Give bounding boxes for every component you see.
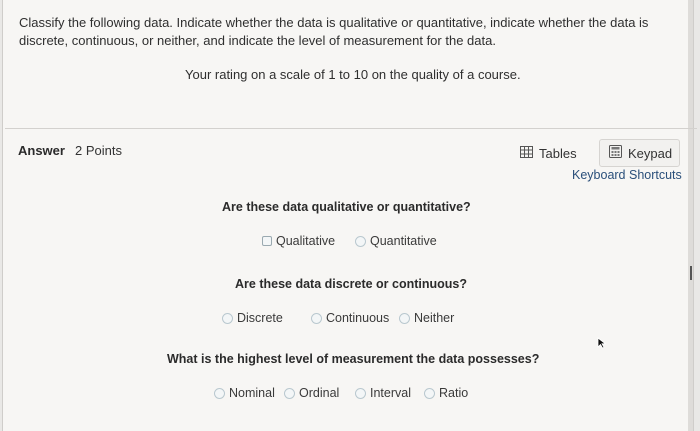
tables-label: Tables: [539, 145, 577, 161]
ratio-radio[interactable]: [424, 387, 435, 399]
keypad-icon: [609, 145, 622, 161]
option-label: Qualitative: [276, 234, 336, 248]
option-label: Ordinal: [299, 386, 340, 400]
section-divider: [5, 128, 697, 129]
option-interval[interactable]: Interval: [355, 386, 411, 400]
interval-radio[interactable]: [355, 387, 366, 399]
option-continuous[interactable]: Continuous: [311, 311, 389, 325]
part3-title: What is the highest level of measurement…: [167, 352, 540, 366]
option-ordinal[interactable]: Ordinal: [284, 386, 339, 400]
keypad-button[interactable]: Keypad: [599, 139, 680, 167]
option-nominal[interactable]: Nominal: [214, 386, 275, 400]
ordinal-radio[interactable]: [284, 387, 295, 399]
discrete-radio[interactable]: [222, 312, 233, 324]
keypad-label: Keypad: [628, 145, 673, 161]
neither-radio[interactable]: [399, 312, 410, 324]
option-label: Nominal: [229, 386, 275, 400]
option-label: Interval: [370, 386, 411, 400]
part1-title: Are these data qualitative or quantitati…: [222, 200, 471, 214]
data-prompt: Your rating on a scale of 1 to 10 on the…: [185, 67, 521, 82]
part2-title: Are these data discrete or continuous?: [235, 277, 467, 291]
option-label: Discrete: [237, 311, 283, 325]
question-text: Classify the following data. Indicate wh…: [19, 15, 649, 48]
option-quantitative[interactable]: Quantitative: [355, 234, 437, 248]
table-grid-icon: [520, 145, 533, 161]
question-card: Classify the following data. Indicate wh…: [2, 0, 697, 431]
option-discrete[interactable]: Discrete: [222, 311, 283, 325]
tables-button[interactable]: Tables: [511, 139, 584, 167]
page-edge: [688, 0, 693, 431]
edge-marker: [690, 266, 692, 280]
option-label: Ratio: [439, 386, 469, 400]
option-label: Quantitative: [370, 234, 437, 248]
keyboard-shortcuts-link[interactable]: Keyboard Shortcuts: [572, 168, 682, 182]
qualitative-checkbox[interactable]: [262, 236, 272, 246]
option-ratio[interactable]: Ratio: [424, 386, 468, 400]
option-neither[interactable]: Neither: [399, 311, 454, 325]
continuous-radio[interactable]: [311, 312, 322, 324]
option-label: Neither: [414, 311, 455, 325]
quantitative-radio[interactable]: [355, 235, 366, 247]
nominal-radio[interactable]: [214, 387, 225, 399]
points-label: 2 Points: [75, 143, 122, 158]
option-label: Continuous: [326, 311, 390, 325]
option-qualitative[interactable]: Qualitative: [262, 234, 335, 248]
mouse-pointer-icon: [597, 336, 607, 354]
answer-label: Answer: [18, 143, 65, 158]
